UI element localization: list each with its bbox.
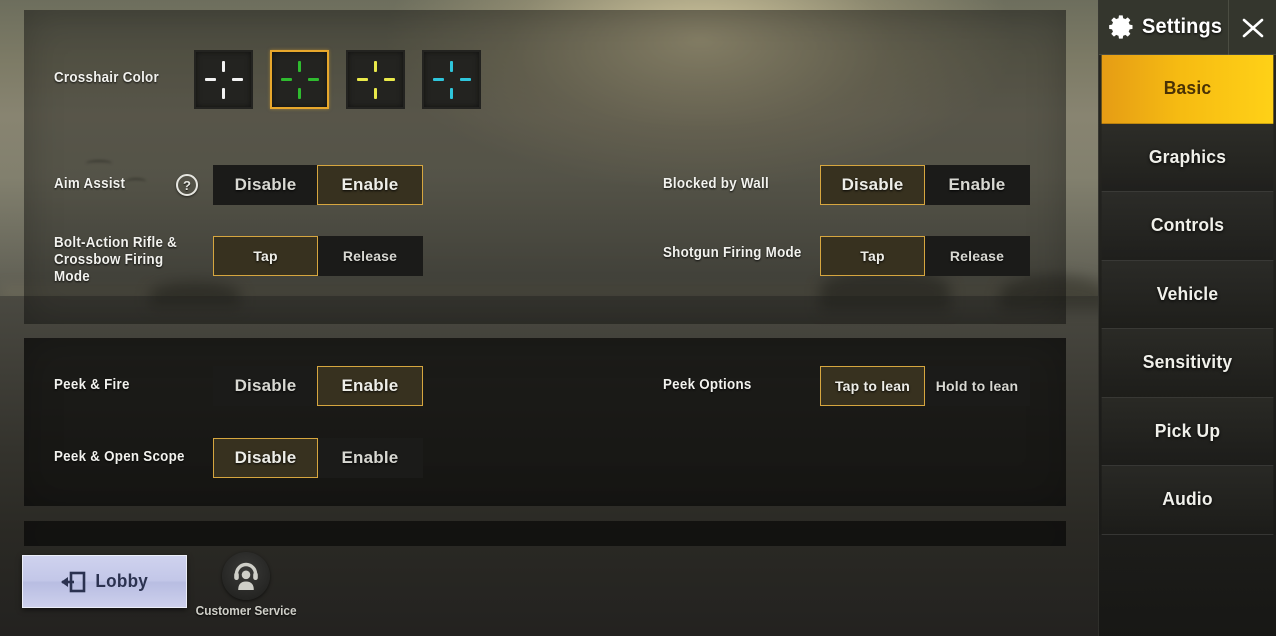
- bolt-action-option-tap[interactable]: Tap: [213, 236, 318, 276]
- peek-options-option-hold-to-lean[interactable]: Hold to lean: [924, 366, 1030, 406]
- shotgun-firing-mode-toggle[interactable]: Tap Release: [820, 236, 1030, 276]
- sidebar-item-sensitivity[interactable]: Sensitivity: [1101, 329, 1274, 398]
- row-peek-open-scope: Peek & Open Scope: [54, 449, 196, 466]
- bolt-action-toggle[interactable]: Tap Release: [213, 236, 423, 276]
- aim-assist-label: Aim Assist: [54, 176, 126, 192]
- blocked-by-wall-option-disable[interactable]: Disable: [820, 165, 925, 205]
- bolt-action-option-release[interactable]: Release: [317, 236, 423, 276]
- close-icon: [1242, 18, 1263, 37]
- settings-panel-secondary: [24, 338, 1066, 506]
- row-blocked-by-wall: Blocked by Wall: [663, 176, 778, 193]
- peek-open-scope-toggle[interactable]: Disable Enable: [213, 438, 423, 478]
- row-peek-options: Peek Options: [663, 377, 759, 394]
- blocked-by-wall-toggle[interactable]: Disable Enable: [820, 165, 1030, 205]
- question-mark-icon[interactable]: ?: [176, 174, 198, 196]
- bottom-bar: Lobby Customer Service: [0, 546, 1098, 636]
- sidebar-item-controls[interactable]: Controls: [1101, 192, 1274, 261]
- peek-and-fire-label: Peek & Fire: [54, 377, 130, 393]
- sidebar-empty-area: [1099, 534, 1276, 636]
- sidebar-item-audio[interactable]: Audio: [1101, 466, 1274, 535]
- shotgun-firing-mode-label: Shotgun Firing Mode: [663, 245, 802, 261]
- blocked-by-wall-option-enable[interactable]: Enable: [924, 165, 1030, 205]
- aim-assist-option-enable[interactable]: Enable: [317, 165, 423, 205]
- sidebar-title: Settings: [1142, 15, 1223, 38]
- exit-arrow-icon: [60, 571, 86, 592]
- aim-assist-toggle[interactable]: Disable Enable: [213, 165, 423, 205]
- peek-and-fire-toggle[interactable]: Disable Enable: [213, 366, 423, 406]
- sidebar-header: Settings: [1099, 0, 1276, 55]
- headset-person-icon: [234, 562, 258, 590]
- customer-service-icon-circle: [222, 552, 270, 600]
- peek-options-toggle[interactable]: Tap to lean Hold to lean: [820, 366, 1030, 406]
- shotgun-firing-mode-option-release[interactable]: Release: [924, 236, 1030, 276]
- crosshair-swatch-green[interactable]: [270, 50, 329, 109]
- row-shotgun-firing-mode: Shotgun Firing Mode: [663, 245, 814, 262]
- crosshair-swatch-white[interactable]: [194, 50, 253, 109]
- sidebar-item-basic[interactable]: Basic: [1101, 55, 1274, 124]
- sidebar-item-vehicle[interactable]: Vehicle: [1101, 260, 1274, 329]
- blocked-by-wall-label: Blocked by Wall: [663, 176, 769, 192]
- customer-service-button[interactable]: Customer Service: [196, 552, 296, 618]
- crosshair-swatch-cyan[interactable]: [422, 50, 481, 109]
- peek-open-scope-label: Peek & Open Scope: [54, 449, 185, 465]
- settings-sidebar: Settings Basic Graphics Controls Vehicle…: [1098, 0, 1276, 636]
- gear-icon: [1109, 15, 1133, 39]
- settings-panel-tertiary: [24, 521, 1066, 546]
- crosshair-color-options[interactable]: [194, 50, 481, 109]
- lobby-button[interactable]: Lobby: [22, 555, 187, 608]
- close-button[interactable]: [1228, 0, 1276, 55]
- row-peek-and-fire: Peek & Fire: [54, 377, 136, 394]
- peek-options-option-tap-to-lean[interactable]: Tap to lean: [820, 366, 925, 406]
- shotgun-firing-mode-option-tap[interactable]: Tap: [820, 236, 925, 276]
- row-bolt-action: Bolt-Action Rifle & Crossbow Firing Mode: [54, 235, 214, 286]
- peek-options-label: Peek Options: [663, 377, 752, 393]
- crosshair-swatch-yellow[interactable]: [346, 50, 405, 109]
- peek-open-scope-option-disable[interactable]: Disable: [213, 438, 318, 478]
- customer-service-label: Customer Service: [195, 604, 297, 618]
- row-crosshair-color: Crosshair Color: [54, 70, 168, 87]
- peek-and-fire-option-enable[interactable]: Enable: [317, 366, 423, 406]
- lobby-label: Lobby: [95, 571, 148, 591]
- peek-and-fire-option-disable[interactable]: Disable: [213, 366, 318, 406]
- sidebar-item-pickup[interactable]: Pick Up: [1101, 397, 1274, 466]
- peek-open-scope-option-enable[interactable]: Enable: [317, 438, 423, 478]
- aim-assist-option-disable[interactable]: Disable: [213, 165, 318, 205]
- sidebar-item-graphics[interactable]: Graphics: [1101, 123, 1274, 192]
- bolt-action-label: Bolt-Action Rifle & Crossbow Firing Mode: [54, 235, 178, 285]
- crosshair-color-label: Crosshair Color: [54, 70, 159, 86]
